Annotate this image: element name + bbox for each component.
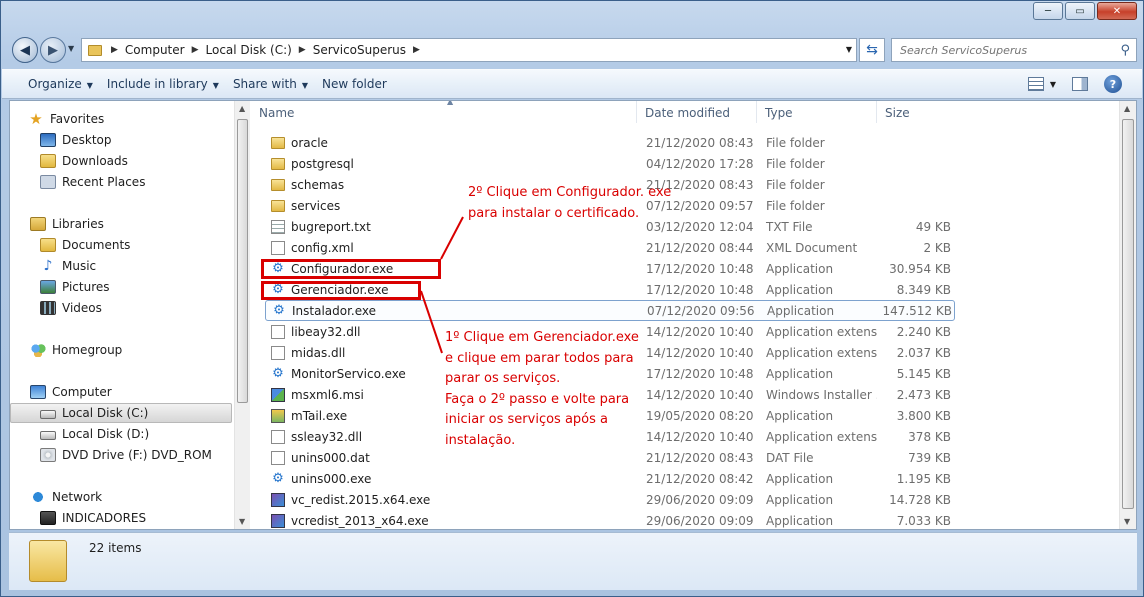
annotation-line: para instalar o certificado. — [468, 206, 640, 221]
share-with-label: Share with — [232, 77, 297, 91]
include-in-library-label: Include in library — [106, 77, 208, 91]
breadcrumb-servicosuperus[interactable]: ServicoSuperus — [309, 43, 410, 57]
address-bar[interactable]: ▶ Computer ▶ Local Disk (C:) ▶ ServicoSu… — [81, 38, 857, 62]
breadcrumb-computer[interactable]: Computer — [121, 43, 189, 57]
back-button[interactable]: ◀ — [12, 37, 38, 63]
share-with-button[interactable]: Share with ▼ — [229, 77, 318, 91]
help-icon[interactable]: ? — [1104, 75, 1122, 93]
chevron-right-icon[interactable]: ▶ — [189, 45, 202, 55]
recent-pages-dropdown[interactable]: ▼ — [68, 44, 74, 53]
chevron-right-icon[interactable]: ▶ — [296, 45, 309, 55]
view-dropdown-icon[interactable]: ▼ — [1050, 80, 1056, 89]
search-box[interactable]: ⚲ — [891, 38, 1137, 62]
annotation-line: e clique em parar todos para — [445, 350, 634, 366]
annotation-line: instalação. — [445, 432, 516, 448]
folder-icon — [88, 44, 102, 56]
annotation-line: 1º Clique em Gerenciador.exe — [445, 330, 639, 345]
arrow-step2 — [440, 216, 464, 260]
maximize-button[interactable]: ▭ — [1065, 2, 1095, 20]
caption-buttons: ─ ▭ ✕ — [1033, 2, 1137, 20]
chevron-right-icon[interactable]: ▶ — [410, 45, 423, 55]
explorer-window: ─ ▭ ✕ ◀ ▶ ▼ ▶ Computer ▶ Local Disk (C:)… — [0, 0, 1144, 597]
annotation-line: 2º Clique em Configurador. exe — [468, 185, 672, 200]
annotation-arrows — [420, 216, 464, 354]
search-icon[interactable]: ⚲ — [1120, 43, 1130, 58]
close-button[interactable]: ✕ — [1097, 2, 1137, 20]
item-count: 22 items — [89, 541, 142, 555]
caret-down-icon: ▼ — [86, 81, 93, 90]
folder-icon — [29, 540, 67, 582]
change-view-icon[interactable] — [1027, 77, 1044, 91]
annotation-step2: 2º Clique em Configurador. exe para inst… — [468, 182, 671, 224]
refresh-button[interactable]: ⇆ — [859, 38, 885, 62]
new-folder-button[interactable]: New folder — [318, 77, 397, 91]
preview-pane-icon[interactable] — [1072, 77, 1088, 91]
refresh-icon: ⇆ — [866, 42, 878, 58]
search-input[interactable] — [898, 42, 1108, 58]
address-dropdown-icon[interactable]: ▼ — [846, 45, 852, 54]
details-pane: 22 items — [9, 532, 1137, 590]
annotation-line: parar os serviços. — [445, 371, 561, 386]
forward-button[interactable]: ▶ — [40, 37, 66, 63]
breadcrumb-local-disk[interactable]: Local Disk (C:) — [202, 43, 296, 57]
chevron-right-icon[interactable]: ▶ — [108, 45, 121, 55]
arrow-step1 — [420, 290, 443, 354]
caret-down-icon: ▼ — [212, 81, 219, 90]
navigation-bar: ◀ ▶ ▼ ▶ Computer ▶ Local Disk (C:) ▶ Ser… — [9, 35, 1137, 65]
caret-down-icon: ▼ — [301, 81, 308, 90]
organize-label: Organize — [28, 77, 82, 91]
organize-button[interactable]: Organize ▼ — [2, 77, 103, 91]
minimize-button[interactable]: ─ — [1033, 2, 1063, 20]
annotation-line: iniciar os serviços após a — [445, 412, 608, 427]
annotation-step1: 1º Clique em Gerenciador.exe e clique em… — [445, 328, 639, 451]
annotation-line: Faça o 2º passo e volte para — [445, 391, 630, 407]
toolbar-right: ▼ ? — [1027, 75, 1122, 93]
command-bar: Organize ▼ Include in library ▼ Share with… — [2, 69, 1142, 99]
include-in-library-button[interactable]: Include in library ▼ — [103, 77, 229, 91]
content-area: ★ Favorites Desktop Downloads Recent Plac… — [9, 100, 1137, 530]
